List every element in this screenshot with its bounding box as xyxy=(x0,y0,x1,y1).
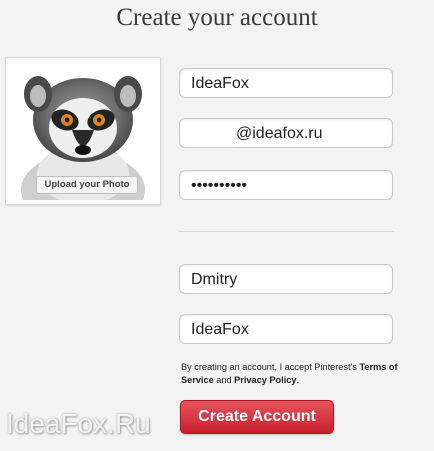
terms-prefix: By creating an account, I accept Pintere… xyxy=(181,362,357,372)
last-name-field[interactable]: IdeaFox xyxy=(179,314,393,344)
redacted-email-blur xyxy=(192,123,236,145)
email-value: @ideafox.ru xyxy=(236,125,323,142)
email-field[interactable]: @ideafox.ru xyxy=(179,118,393,148)
page-title: Create your account xyxy=(116,4,318,31)
username-field[interactable]: IdeaFox xyxy=(179,68,393,98)
terms-suffix: . xyxy=(296,374,300,385)
terms-text: By creating an account, I accept Pintere… xyxy=(181,361,426,386)
privacy-policy-link[interactable]: Privacy Policy xyxy=(234,375,296,385)
watermark-text: IdeaFox.Ru xyxy=(6,408,151,439)
form-divider xyxy=(179,231,394,232)
first-name-field[interactable]: Dmitry xyxy=(179,264,393,294)
profile-photo-card[interactable]: Upload your Photo xyxy=(5,57,161,205)
terms-and: and xyxy=(216,374,232,385)
create-account-button[interactable]: Create Account xyxy=(180,400,334,434)
password-field[interactable]: •••••••••• xyxy=(179,170,393,200)
upload-photo-button[interactable]: Upload your Photo xyxy=(36,176,138,194)
